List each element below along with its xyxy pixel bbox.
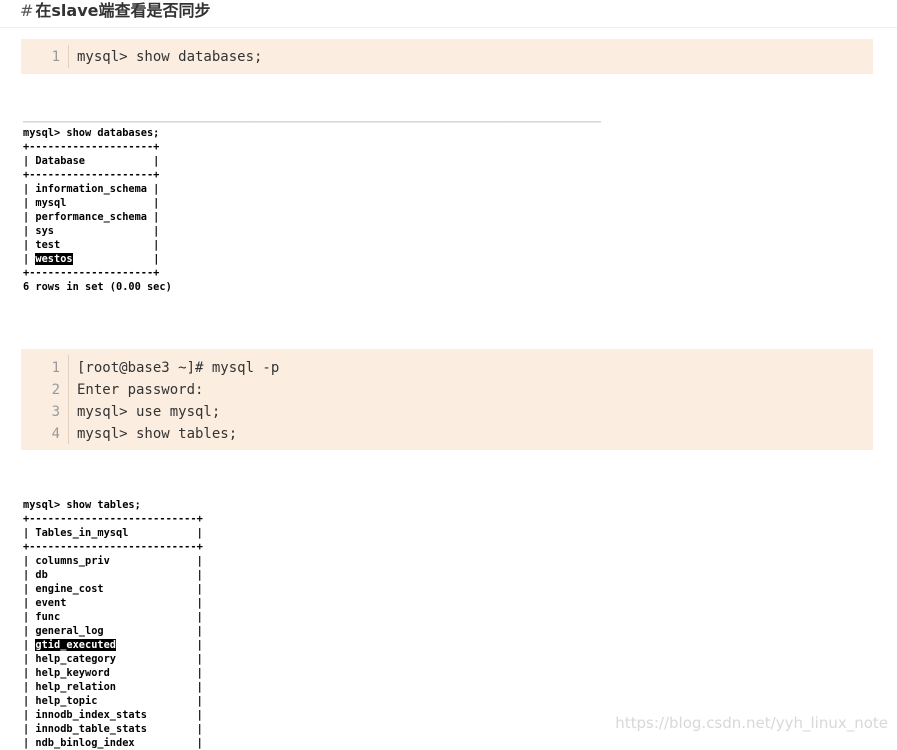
- terminal-line: | engine_cost |: [23, 583, 203, 595]
- terminal-line: +--------------------+: [23, 169, 160, 181]
- terminal-line: +---------------------------+: [23, 541, 203, 553]
- terminal-line: | columns_priv |: [23, 555, 203, 567]
- terminal-line: | Database |: [23, 155, 160, 167]
- terminal-line: | help_category |: [23, 653, 203, 665]
- heading-title: 在slave端查看是否同步: [35, 1, 211, 20]
- line-number: 3: [51, 404, 60, 420]
- terminal-line: | sys |: [23, 225, 160, 237]
- terminal-line: | test |: [23, 239, 160, 251]
- terminal-line: | information_schema |: [23, 183, 160, 195]
- terminal-line: | performance_schema |: [23, 211, 160, 223]
- terminal-line: | innodb_index_stats |: [23, 709, 203, 721]
- code-block-show-tables: 1 [root@base3 ~]# mysql -p 2 Enter passw…: [21, 349, 873, 450]
- terminal-line: | innodb_table_stats |: [23, 723, 203, 735]
- terminal-line: | event |: [23, 597, 203, 609]
- selected-text: westos: [35, 253, 73, 265]
- code-text: mysql> show tables;: [77, 426, 238, 442]
- terminal-text: |: [23, 639, 36, 651]
- terminal-line: | ndb_binlog_index |: [23, 737, 203, 749]
- terminal-output-tables: mysql> show tables; +--------------------…: [23, 498, 203, 750]
- code-text: Enter password:: [77, 382, 204, 398]
- code-line: 3 mysql> use mysql;: [21, 401, 873, 423]
- code-line: 4 mysql> show tables;: [21, 423, 873, 445]
- divider: [0, 27, 897, 28]
- terminal-line: mysql> show tables;: [23, 499, 141, 511]
- terminal-line: | help_keyword |: [23, 667, 203, 679]
- terminal-line: | func |: [23, 611, 203, 623]
- line-number: 1: [51, 49, 60, 65]
- code-text: mysql> use mysql;: [77, 404, 221, 420]
- terminal-line: | general_log |: [23, 625, 203, 637]
- watermark: https://blog.csdn.net/yyh_linux_note: [615, 714, 888, 732]
- code-text: mysql> show databases;: [77, 49, 263, 65]
- terminal-line: +--------------------+: [23, 267, 160, 279]
- terminal-line: +---------------------------+: [23, 513, 203, 525]
- terminal-line: | help_relation |: [23, 681, 203, 693]
- line-number: 4: [51, 426, 60, 442]
- code-line: 1 mysql> show databases;: [21, 46, 873, 68]
- terminal-text: |: [23, 253, 36, 265]
- terminal-line: | westos |: [23, 252, 172, 266]
- terminal-line: | help_topic |: [23, 695, 203, 707]
- terminal-line: | gtid_executed |: [23, 638, 203, 652]
- terminal-line: mysql> show databases;: [23, 127, 160, 139]
- terminal-line: | Tables_in_mysql |: [23, 527, 203, 539]
- terminal-line: 6 rows in set (0.00 sec): [23, 281, 172, 293]
- code-line: 1 [root@base3 ~]# mysql -p: [21, 357, 873, 379]
- heading-hash: #: [20, 1, 34, 20]
- code-text: [root@base3 ~]# mysql -p: [77, 360, 280, 376]
- terminal-line: +--------------------+: [23, 141, 160, 153]
- terminal-line: | mysql |: [23, 197, 160, 209]
- section-heading: # 在slave端查看是否同步: [20, 0, 211, 24]
- terminal-text: |: [72, 253, 160, 265]
- code-block-show-databases: 1 mysql> show databases;: [21, 39, 873, 74]
- line-number: 1: [51, 360, 60, 376]
- terminal-text: |: [116, 639, 203, 651]
- code-line: 2 Enter password:: [21, 379, 873, 401]
- terminal-output-databases: mysql> show databases; +-----------------…: [23, 126, 172, 294]
- line-number: 2: [51, 382, 60, 398]
- terminal-line: | db |: [23, 569, 203, 581]
- terminal-window-edge: [23, 121, 601, 123]
- selected-text: gtid_executed: [35, 639, 116, 651]
